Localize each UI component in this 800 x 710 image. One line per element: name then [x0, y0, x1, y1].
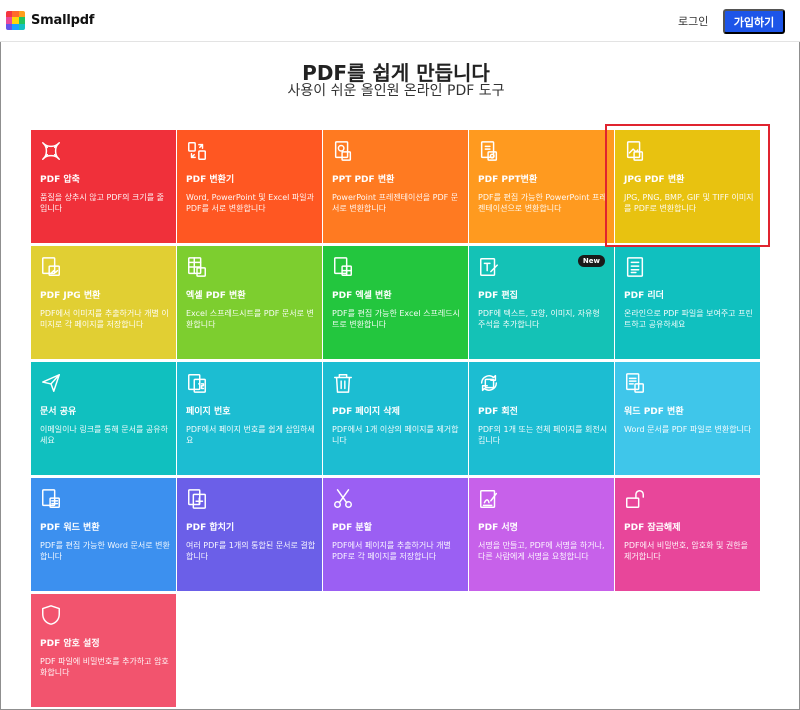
- convert-icon: [186, 140, 208, 162]
- top-navigation: Smallpdf 로그인 가입하기: [0, 0, 800, 42]
- tool-title: PDF 페이지 삭제: [332, 407, 400, 417]
- tool-description: PDF 파일에 비밀번호를 추가하고 암호화합니다: [40, 657, 169, 677]
- ppt-to-pdf-icon: [332, 140, 354, 162]
- pdf-to-jpg-icon: [40, 256, 62, 278]
- tool-tile[interactable]: PDF 엑셀 변환 PDF를 편집 가능한 Excel 스프레드시트로 변환합니다: [323, 246, 468, 359]
- merge-icon: [186, 488, 208, 510]
- tool-title: 문서 공유: [40, 407, 77, 417]
- unlock-icon: [624, 488, 646, 510]
- tool-description: PDF에서 1개 이상의 페이지를 제거합니다: [332, 425, 459, 445]
- tool-tile[interactable]: 워드 PDF 변환 Word 문서를 PDF 파일로 변환합니다: [615, 362, 760, 475]
- tool-tile[interactable]: PDF 변환기 Word, PowerPoint 및 Excel 파일과 PDF를…: [177, 130, 322, 243]
- tool-title: PPT PDF 변환: [332, 175, 395, 185]
- tool-description: PDF를 편집 가능한 Excel 스프레드시트로 변환합니다: [332, 309, 460, 329]
- tool-tile[interactable]: PDF 잠금해제 PDF에서 비밀번호, 암호화 및 권한을 제거합니다: [615, 478, 760, 591]
- tool-description: Word, PowerPoint 및 Excel 파일과 PDF를 서로 변환합…: [186, 193, 314, 213]
- tool-description: 여러 PDF를 1개의 통합된 문서로 결합합니다: [186, 541, 316, 561]
- pdf-reader-icon: [624, 256, 646, 278]
- tool-tile[interactable]: PDF 페이지 삭제 PDF에서 1개 이상의 페이지를 제거합니다: [323, 362, 468, 475]
- logo-icon: [6, 11, 25, 30]
- share-icon: [40, 372, 62, 394]
- tool-title: PDF PPT변환: [478, 175, 538, 185]
- tool-title: PDF 변환기: [186, 175, 235, 185]
- tool-tile[interactable]: New PDF 편집 PDF에 텍스트, 모양, 이미지, 자유형 주석을 추가합니…: [469, 246, 614, 359]
- tool-title: PDF JPG 변환: [40, 291, 101, 301]
- brand-logo[interactable]: Smallpdf: [6, 11, 94, 30]
- tool-tile[interactable]: PDF JPG 변환 PDF에서 이미지를 추출하거나 개별 이미지로 각 페이지…: [31, 246, 176, 359]
- tool-description: PDF에 텍스트, 모양, 이미지, 자유형 주석을 추가합니다: [478, 309, 600, 329]
- tool-description: 서명을 만들고, PDF에 서명을 하거나, 다른 사람에게 서명을 요청합니다: [478, 541, 605, 561]
- tool-title: 엑셀 PDF 변환: [186, 291, 246, 301]
- tool-tile[interactable]: PDF PPT변환 PDF를 편집 가능한 PowerPoint 프레젠테이션으로…: [469, 130, 614, 243]
- tool-title: PDF 합치기: [186, 523, 235, 533]
- tool-title: PDF 편집: [478, 291, 518, 301]
- page-subtitle: 사용이 쉬운 올인원 온라인 PDF 도구: [287, 83, 505, 99]
- page-number-icon: [186, 372, 208, 394]
- tool-tile[interactable]: 페이지 번호 PDF에서 페이지 번호를 쉽게 삽입하세요: [177, 362, 322, 475]
- tool-description: Word 문서를 PDF 파일로 변환합니다: [624, 425, 752, 434]
- tool-description: PDF에서 페이지를 추출하거나 개별 PDF로 각 페이지를 저장합니다: [332, 541, 451, 561]
- tool-tile[interactable]: PDF 워드 변환 PDF를 편집 가능한 Word 문서로 변환합니다: [31, 478, 176, 591]
- tool-description: 이메일이나 링크를 통해 문서를 공유하세요: [40, 425, 168, 445]
- tool-tile[interactable]: PPT PDF 변환 PowerPoint 프레젠테이션을 PDF 문서로 변환합…: [323, 130, 468, 243]
- sign-icon: [478, 488, 500, 510]
- tool-tile[interactable]: PDF 분할 PDF에서 페이지를 추출하거나 개별 PDF로 각 페이지를 저장…: [323, 478, 468, 591]
- tool-title: PDF 압축: [40, 175, 80, 185]
- pdf-to-excel-icon: [332, 256, 354, 278]
- tool-description: PDF를 편집 가능한 Word 문서로 변환합니다: [40, 541, 170, 561]
- brand-name: Smallpdf: [31, 13, 95, 28]
- tool-tile[interactable]: PDF 서명서명을 만들고, PDF에 서명을 하거나, 다른 사람에게 서명을…: [469, 478, 614, 591]
- login-link[interactable]: 로그인: [678, 13, 708, 29]
- tool-title: PDF 암호 설정: [40, 639, 100, 649]
- tool-description: PDF의 1개 또는 전체 페이지를 회전시킵니다: [478, 425, 608, 445]
- new-badge: New: [577, 255, 605, 267]
- tool-tile[interactable]: PDF 암호 설정 PDF 파일에 비밀번호를 추가하고 암호화합니다: [31, 594, 176, 707]
- tool-tile[interactable]: PDF 합치기여러 PDF를 1개의 통합된 문서로 결합합니다: [177, 478, 322, 591]
- tool-tile[interactable]: PDF 회전 PDF의 1개 또는 전체 페이지를 회전시킵니다: [469, 362, 614, 475]
- tool-title: PDF 서명: [478, 523, 518, 533]
- tool-description: PowerPoint 프레젠테이션을 PDF 문서로 변환합니다: [332, 193, 459, 213]
- tool-description: 품질을 상추시 않고 PDF의 크기를 줄입니다: [40, 193, 164, 213]
- tool-tile[interactable]: PDF 압축품질을 상추시 않고 PDF의 크기를 줄입니다: [31, 130, 176, 243]
- tool-description: PDF에서 이미지를 추출하거나 개별 이미지로 각 페이지를 저장합니다: [40, 309, 169, 329]
- tool-title: PDF 잠금해제: [624, 523, 681, 533]
- tool-tile[interactable]: 문서 공유이메일이나 링크를 통해 문서를 공유하세요: [31, 362, 176, 475]
- tool-title: PDF 엑셀 변환: [332, 291, 392, 301]
- tool-title: PDF 회전: [478, 407, 518, 417]
- excel-to-pdf-icon: [186, 256, 208, 278]
- tool-title: PDF 워드 변환: [40, 523, 100, 533]
- tool-title: 워드 PDF 변환: [624, 407, 684, 417]
- word-to-pdf-icon: [624, 372, 646, 394]
- tool-description: Excel 스프레드시트를 PDF 문서로 변환합니다: [186, 309, 314, 329]
- signup-button[interactable]: 가입하기: [723, 9, 785, 34]
- edit-pdf-icon: [478, 256, 500, 278]
- tool-description: 온라인으로 PDF 파일을 보여주고 프린트하고 공유하세요: [624, 309, 753, 329]
- tool-title: PDF 분할: [332, 523, 372, 533]
- tool-description: PDF를 편집 가능한 PowerPoint 프레젠테이션으로 변환합니다: [478, 193, 607, 213]
- tool-title: 페이지 번호: [186, 407, 231, 417]
- tool-description: PDF에서 페이지 번호를 쉽게 삽입하세요: [186, 425, 315, 445]
- tool-title: PDF 리더: [624, 291, 664, 301]
- tool-tile[interactable]: 엑셀 PDF 변환 Excel 스프레드시트를 PDF 문서로 변환합니다: [177, 246, 322, 359]
- pdf-to-ppt-icon: [478, 140, 500, 162]
- shield-icon: [40, 604, 62, 626]
- pdf-to-word-icon: [40, 488, 62, 510]
- tool-tile[interactable]: PDF 리더온라인으로 PDF 파일을 보여주고 프린트하고 공유하세요: [615, 246, 760, 359]
- rotate-icon: [478, 372, 500, 394]
- tool-description: PDF에서 비밀번호, 암호화 및 권한을 제거합니다: [624, 541, 748, 561]
- compress-icon: [40, 140, 62, 162]
- selection-highlight: [605, 124, 770, 247]
- trash-icon: [332, 372, 354, 394]
- scissors-icon: [332, 488, 354, 510]
